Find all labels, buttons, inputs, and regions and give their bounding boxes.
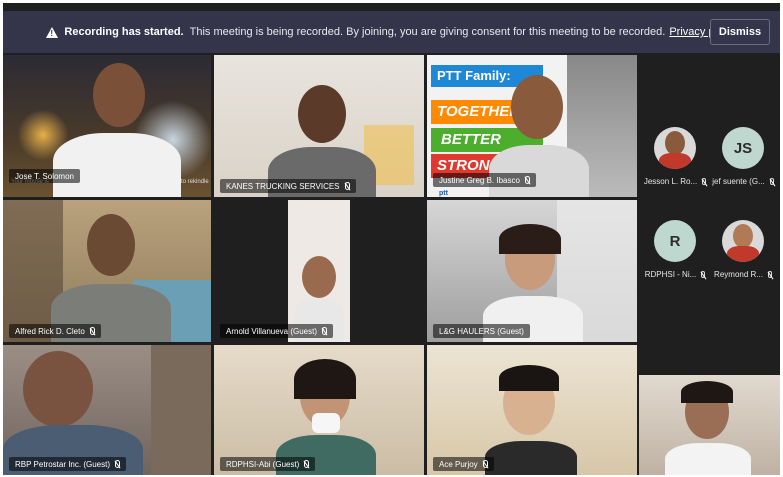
mic-muted-icon	[322, 327, 328, 335]
participant-name: jef suente (G...	[712, 177, 765, 186]
overlay-text: to rekindle	[181, 179, 209, 185]
participant-name: Justine Greg B. Ibasco	[433, 173, 536, 187]
banner-title: Recording has started.	[64, 26, 184, 38]
video-tile[interactable]: Arnold Villanueva (Guest)	[214, 200, 424, 342]
participant-name: Reymond R...	[714, 270, 763, 279]
dismiss-button[interactable]: Dismiss	[710, 19, 770, 45]
participant-name: Jose T. Solomon	[9, 169, 80, 183]
participant-sidebar: Jesson L. Ro... JS jef suente (G... R RD…	[639, 55, 780, 373]
name-label: Alfred Rick D. Cleto	[15, 326, 85, 336]
mic-muted-icon	[304, 460, 310, 468]
mic-muted-icon	[344, 182, 350, 190]
meeting-window: Recording has started. This meeting is b…	[3, 3, 780, 475]
video-tile[interactable]: Your mouse is to rekindle Jose T. Solomo…	[3, 55, 211, 197]
participant-name: Arnold Villanueva (Guest)	[220, 324, 334, 338]
participant-name: RDPHSI - Ni...	[644, 270, 697, 279]
mic-muted-icon	[482, 460, 488, 468]
mic-muted-icon	[701, 271, 706, 278]
video-tile[interactable]: KANES TRUCKING SERVICES	[214, 55, 424, 197]
participant-name: Jesson L. Ro...	[643, 177, 698, 186]
video-tile[interactable]: RDPHSI-Abi (Guest)	[214, 345, 424, 475]
mic-muted-icon	[702, 178, 707, 185]
mic-muted-icon	[115, 460, 120, 468]
name-label: Justine Greg B. Ibasco	[439, 175, 520, 185]
mic-muted-icon	[769, 178, 774, 185]
warning-icon	[46, 26, 59, 38]
participant-name: Ace Purjoy	[433, 457, 494, 471]
name-label: Ace Purjoy	[439, 459, 478, 469]
avatar	[654, 127, 696, 169]
avatar: JS	[722, 127, 764, 169]
participant-avatar-item[interactable]: Jesson L. Ro...	[643, 127, 707, 186]
avatar: R	[654, 220, 696, 262]
mic-muted-icon	[89, 327, 95, 335]
brand-logo: ptt	[439, 190, 448, 197]
avatar	[722, 220, 764, 262]
participant-avatar-item[interactable]: Reymond R...	[711, 220, 775, 279]
recording-banner: Recording has started. This meeting is b…	[3, 11, 780, 53]
participant-name: KANES TRUCKING SERVICES	[220, 179, 356, 193]
name-label: RDPHSI-Abi (Guest)	[226, 459, 300, 469]
video-tile[interactable]: Ace Purjoy	[427, 345, 637, 475]
video-tile[interactable]: L&G HAULERS (Guest)	[427, 200, 637, 342]
participant-name: RDPHSI-Abi (Guest)	[220, 457, 316, 471]
name-label: RBP Petrostar Inc. (Guest)	[15, 459, 110, 469]
name-label: Jose T. Solomon	[15, 171, 74, 181]
mic-muted-icon	[524, 176, 530, 184]
self-view-tile[interactable]	[639, 375, 780, 475]
banner-message: This meeting is being recorded. By joini…	[189, 26, 666, 38]
video-tile[interactable]: PTT Family: TOGETHER BETTER STRONGER Jus…	[427, 55, 637, 197]
name-label: Arnold Villanueva (Guest)	[226, 326, 318, 336]
participant-avatar-item[interactable]: R RDPHSI - Ni...	[643, 220, 707, 279]
video-tile[interactable]: Alfred Rick D. Cleto	[3, 200, 211, 342]
participant-name: L&G HAULERS (Guest)	[433, 324, 530, 338]
name-label: KANES TRUCKING SERVICES	[226, 181, 340, 191]
participant-name: Alfred Rick D. Cleto	[9, 324, 101, 338]
participant-name: RBP Petrostar Inc. (Guest)	[9, 457, 126, 471]
participant-avatar-item[interactable]: JS jef suente (G...	[711, 127, 775, 186]
mic-muted-icon	[767, 271, 772, 278]
video-tile[interactable]: RBP Petrostar Inc. (Guest)	[3, 345, 211, 475]
name-label: L&G HAULERS (Guest)	[439, 326, 524, 336]
